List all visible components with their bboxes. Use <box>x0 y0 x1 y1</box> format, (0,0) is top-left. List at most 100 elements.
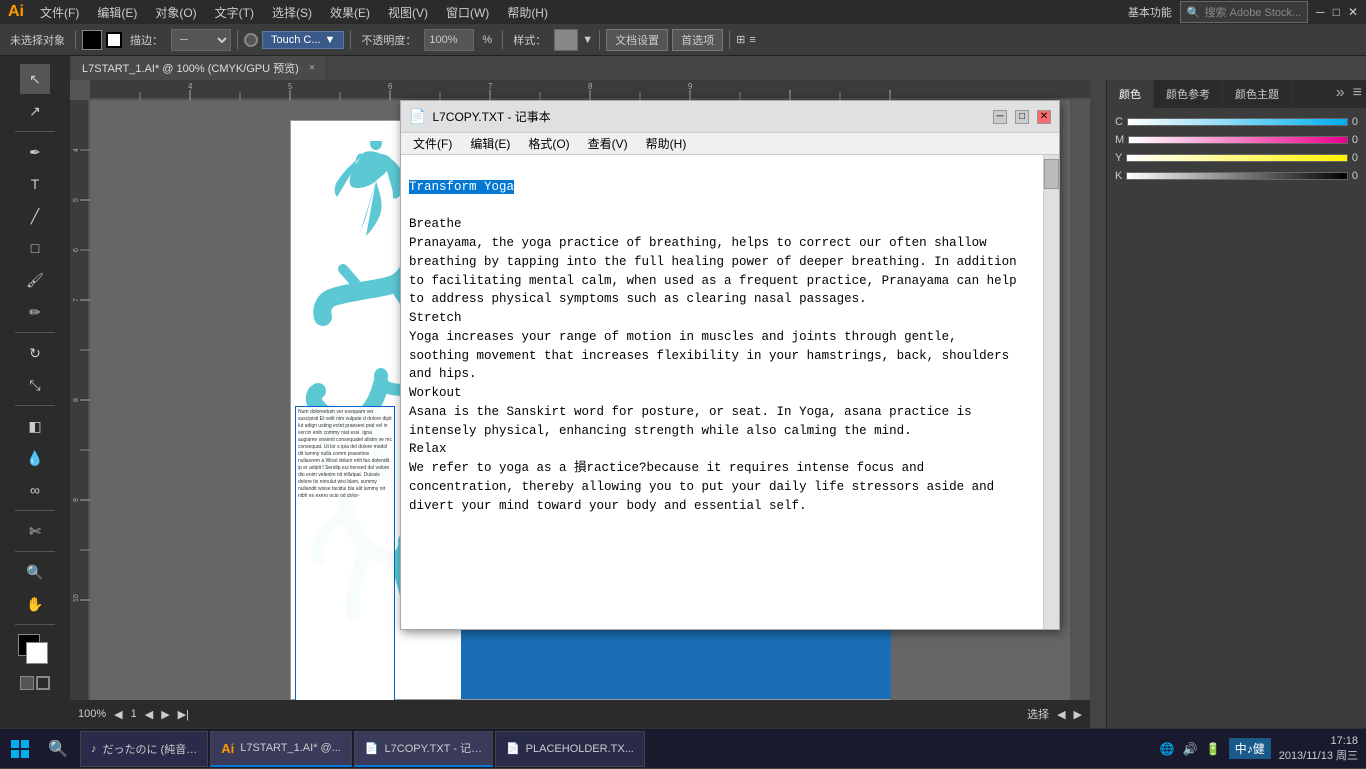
notepad-menubar: 文件(F) 编辑(E) 格式(O) 查看(V) 帮助(H) <box>401 133 1059 155</box>
scroll-thumb[interactable] <box>1044 159 1059 189</box>
rect-tool[interactable]: □ <box>20 233 50 263</box>
text-frame[interactable]: Num doloreetum ver esequam ver suscipist… <box>295 406 395 726</box>
document-tab[interactable]: L7START_1.AI* @ 100% (CMYK/GPU 预览) × <box>72 56 325 80</box>
menu-type[interactable]: 文字(T) <box>207 2 262 23</box>
opacity-label: 不透明度： <box>357 30 420 50</box>
nav-prev[interactable]: ◀ <box>1057 708 1065 721</box>
color-guide-tab[interactable]: 颜色参考 <box>1154 80 1223 108</box>
taskbar-app-music[interactable]: ♪ だったのに (純音… <box>80 731 208 767</box>
tray-network[interactable]: 🌐 <box>1160 742 1175 756</box>
menu-object[interactable]: 对象(O) <box>147 2 204 23</box>
start-button[interactable] <box>0 729 40 769</box>
ai-app-icon: Ai <box>221 741 234 756</box>
page-last[interactable]: ▶| <box>178 708 189 721</box>
search-label[interactable]: 搜索 Adobe Stock... <box>1205 4 1302 20</box>
zoom-level: 100% <box>78 708 106 720</box>
notepad-textarea[interactable]: Transform Yoga Breathe Pranayama, the yo… <box>401 155 1043 629</box>
nav-next[interactable]: ▶ <box>1074 708 1082 721</box>
np-menu-view[interactable]: 查看(V) <box>580 133 636 154</box>
arrange-icons[interactable]: ⊞ <box>736 33 745 46</box>
stroke-swatch[interactable] <box>106 32 122 48</box>
doc-settings-btn[interactable]: 文档设置 <box>606 29 668 51</box>
svg-text:5: 5 <box>73 198 80 202</box>
blend-tool[interactable]: ∞ <box>20 475 50 505</box>
opacity-input[interactable] <box>424 29 474 51</box>
ruler-left: 4 5 6 7 8 9 10 <box>70 100 90 728</box>
panel-expand-btn[interactable]: » <box>1332 80 1349 108</box>
preferences-btn[interactable]: 首选项 <box>672 29 723 51</box>
np-menu-edit[interactable]: 编辑(E) <box>462 133 518 154</box>
selection-label: 选择 <box>1027 706 1049 722</box>
rotate-tool[interactable]: ↻ <box>20 338 50 368</box>
eyedrop-tool[interactable]: 💧 <box>20 443 50 473</box>
taskbar-search-btn[interactable]: 🔍 <box>40 729 76 769</box>
color-swatches[interactable] <box>18 634 52 668</box>
toolbar-sep-5 <box>599 30 600 50</box>
menu-edit[interactable]: 编辑(E) <box>89 2 145 23</box>
notepad-maximize-btn[interactable]: □ <box>1015 110 1029 124</box>
svg-text:9: 9 <box>73 498 80 502</box>
fill-swatch[interactable] <box>82 30 102 50</box>
stroke-select[interactable]: ─ <box>171 29 231 51</box>
toolbar-sep-1 <box>75 30 76 50</box>
taskbar-app-placeholder[interactable]: 📄 PLACEHOLDER.TX... <box>495 731 645 767</box>
notepad-file-icon: 📄 <box>409 108 426 125</box>
ime-indicator[interactable]: 中♪健 <box>1229 738 1271 759</box>
touch-button[interactable]: Touch C... ▼ <box>262 31 344 49</box>
cyan-value: 0 <box>1352 116 1358 128</box>
type-tool[interactable]: T <box>20 169 50 199</box>
pen-tool[interactable]: ✒ <box>20 137 50 167</box>
style-dropdown[interactable]: ▼ <box>582 34 593 46</box>
hand-tool[interactable]: ✋ <box>20 589 50 619</box>
page-prev[interactable]: ◀ <box>145 708 153 721</box>
page-next[interactable]: ▶ <box>161 708 169 721</box>
color-tab[interactable]: 颜色 <box>1107 80 1154 108</box>
scale-tool[interactable]: ⤡ <box>20 370 50 400</box>
taskbar-app-ai[interactable]: Ai L7START_1.AI* @... <box>210 731 352 767</box>
zoom-decrease[interactable]: ◀ <box>114 708 122 721</box>
tray-sound[interactable]: 🔊 <box>1183 742 1198 756</box>
gradient-tool[interactable]: ◧ <box>20 411 50 441</box>
panel-menu-btn[interactable]: ≡ <box>1349 80 1366 108</box>
cyan-slider[interactable] <box>1127 118 1348 126</box>
notepad-close-btn[interactable]: ✕ <box>1037 110 1051 124</box>
clock-time: 17:18 <box>1279 735 1358 747</box>
notepad-scrollbar[interactable] <box>1043 155 1059 629</box>
yellow-slider[interactable] <box>1126 154 1348 162</box>
np-menu-file[interactable]: 文件(F) <box>405 133 460 154</box>
menu-help[interactable]: 帮助(H) <box>499 2 556 23</box>
panel-options[interactable]: ≡ <box>749 34 755 46</box>
normal-mode[interactable] <box>20 676 34 690</box>
notepad-minimize-btn[interactable]: ─ <box>993 110 1007 124</box>
close-btn[interactable]: ✕ <box>1348 5 1358 19</box>
outline-mode[interactable] <box>36 676 50 690</box>
maximize-btn[interactable]: □ <box>1333 5 1340 19</box>
system-clock[interactable]: 17:18 2013/11/13 周三 <box>1279 735 1358 763</box>
menu-window[interactable]: 窗口(W) <box>438 2 497 23</box>
color-theme-tab[interactable]: 颜色主题 <box>1223 80 1292 108</box>
tray-battery[interactable]: 🔋 <box>1206 742 1221 756</box>
brush-tool[interactable]: 🖌 <box>20 265 50 295</box>
menu-select[interactable]: 选择(S) <box>264 2 320 23</box>
doc-tab-close[interactable]: × <box>309 62 315 74</box>
notepad-text: Breathe Pranayama, the yoga practice of … <box>409 217 1017 512</box>
taskbar-app-notepad[interactable]: 📄 L7COPY.TXT - 记… <box>354 731 493 767</box>
direct-select-tool[interactable]: ↗ <box>20 96 50 126</box>
basic-function-btn[interactable]: 基本功能 <box>1128 4 1172 20</box>
menu-view[interactable]: 视图(V) <box>380 2 436 23</box>
pencil-tool[interactable]: ✏ <box>20 297 50 327</box>
menu-effect[interactable]: 效果(E) <box>322 2 378 23</box>
np-menu-help[interactable]: 帮助(H) <box>638 133 695 154</box>
magenta-slider[interactable] <box>1128 136 1348 144</box>
line-tool[interactable]: ╱ <box>20 201 50 231</box>
slice-tool[interactable]: ✄ <box>20 516 50 546</box>
notepad-app-icon: 📄 <box>365 742 379 755</box>
svg-text:10: 10 <box>73 594 80 602</box>
menu-file[interactable]: 文件(F) <box>32 2 87 23</box>
style-swatch[interactable] <box>554 29 578 51</box>
black-slider[interactable] <box>1126 172 1348 180</box>
zoom-tool[interactable]: 🔍 <box>20 557 50 587</box>
np-menu-format[interactable]: 格式(O) <box>520 133 577 154</box>
minimize-btn[interactable]: ─ <box>1316 5 1325 19</box>
select-tool[interactable]: ↖ <box>20 64 50 94</box>
